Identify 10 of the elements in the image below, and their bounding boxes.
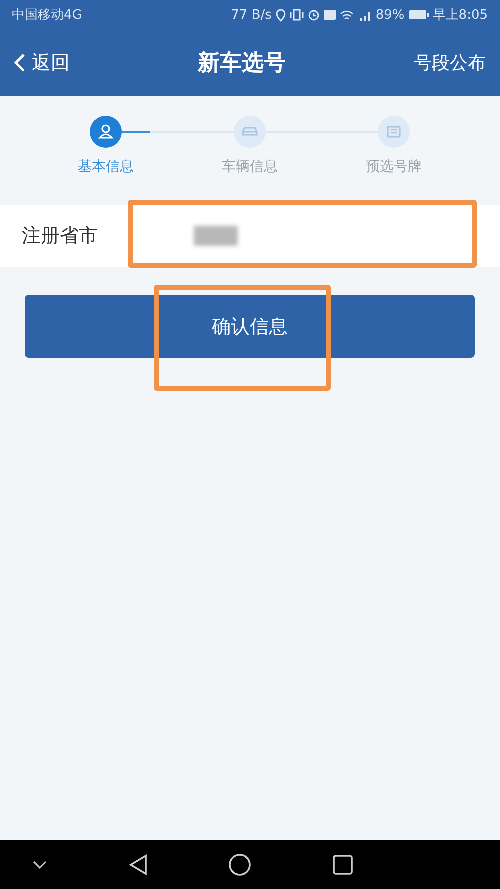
confirm-button[interactable]: 确认信息 — [25, 295, 475, 358]
network-speed: 77 B/s — [231, 8, 272, 22]
field-label: 注册省市 — [22, 224, 99, 249]
carrier-text: 中国移动4G — [12, 7, 82, 24]
page-title: 新车选号 — [198, 50, 286, 78]
clock-time: 早上8:05 — [432, 7, 488, 24]
step-label[interactable]: 基本信息 — [78, 158, 134, 176]
battery-percent: 89% — [376, 8, 405, 22]
back-button[interactable]: 返回 — [14, 50, 70, 76]
number-announcement-link[interactable]: 号段公布 — [414, 51, 486, 75]
